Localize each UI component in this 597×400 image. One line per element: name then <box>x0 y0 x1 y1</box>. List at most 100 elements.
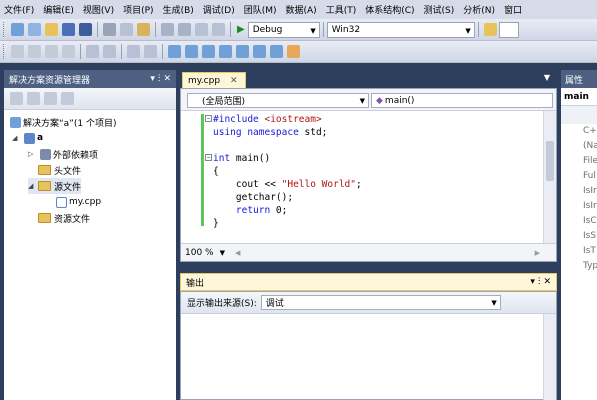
menu-debug[interactable]: 调试(D) <box>203 3 235 16</box>
property-row[interactable]: IsT <box>561 244 597 259</box>
save-icon[interactable] <box>62 23 75 36</box>
scrollbar-thumb[interactable] <box>546 141 554 181</box>
comment-icon[interactable] <box>127 45 140 58</box>
bookmark-icon[interactable] <box>168 45 181 58</box>
menu-team[interactable]: 团队(M) <box>244 3 277 16</box>
menu-analyze[interactable]: 分析(N) <box>463 3 495 16</box>
chevron-down-icon[interactable]: ▼ <box>544 73 550 82</box>
parameter-info-icon[interactable] <box>28 45 41 58</box>
property-row[interactable]: IsIr <box>561 184 597 199</box>
find-combo[interactable] <box>498 21 519 38</box>
property-row[interactable]: IsS <box>561 229 597 244</box>
toolbar-grip[interactable] <box>3 44 6 59</box>
menu-view[interactable]: 视图(V) <box>83 3 114 16</box>
tree-item-solution[interactable]: 解决方案“a”(1 个项目) <box>8 114 116 130</box>
open-file-icon[interactable] <box>45 23 58 36</box>
expand-arrow-icon[interactable]: ◢ <box>12 134 22 142</box>
chevron-down-icon[interactable]: ▼ <box>220 249 225 257</box>
scroll-left-icon[interactable]: ◀ <box>235 249 240 257</box>
toolbar-separator <box>121 44 122 59</box>
previous-bookmark-folder-icon[interactable] <box>219 45 232 58</box>
refresh-icon[interactable] <box>44 92 57 105</box>
scope-select[interactable]: (全局范围) ▼ <box>187 93 369 108</box>
menu-window[interactable]: 窗口 <box>504 3 522 16</box>
increase-indent-icon[interactable] <box>103 45 116 58</box>
panel-controls[interactable]: ▾ ⵗ ✕ <box>150 74 171 84</box>
tree-item-header-files[interactable]: 头文件 <box>38 162 81 178</box>
properties-icon[interactable] <box>10 92 23 105</box>
navigate-forward-icon[interactable] <box>212 23 225 36</box>
copy-icon[interactable] <box>120 23 133 36</box>
platform-value: Win32 <box>331 24 361 35</box>
tree-item-my-cpp[interactable]: my.cpp <box>54 194 101 210</box>
tab-my-cpp[interactable]: my.cpp ✕ <box>182 72 246 88</box>
uncomment-icon[interactable] <box>144 45 157 58</box>
toolbar-options-icon[interactable] <box>287 45 300 58</box>
code-token: std; <box>304 127 328 138</box>
find-in-files-icon[interactable] <box>483 23 497 36</box>
expand-arrow-icon[interactable]: ◢ <box>28 182 38 190</box>
menu-test[interactable]: 测试(S) <box>424 3 455 16</box>
vertical-scrollbar[interactable] <box>543 314 556 400</box>
menu-data[interactable]: 数据(A) <box>286 3 317 16</box>
panel-controls[interactable]: ▾ ⵗ ✕ <box>530 277 551 287</box>
undo-icon[interactable] <box>161 23 174 36</box>
property-row[interactable]: File <box>561 154 597 169</box>
output-source-select[interactable]: 调试 ▼ <box>260 295 501 310</box>
property-row[interactable]: C+ <box>561 124 597 139</box>
member-list-icon[interactable] <box>11 45 24 58</box>
property-row[interactable]: IsC <box>561 214 597 229</box>
collapse-icon[interactable]: − <box>205 115 212 122</box>
property-row[interactable]: (Na <box>561 139 597 154</box>
clear-bookmarks-icon[interactable] <box>270 45 283 58</box>
paste-icon[interactable] <box>137 23 150 36</box>
add-item-icon[interactable] <box>28 23 41 36</box>
next-bookmark-icon[interactable] <box>202 45 215 58</box>
menu-build[interactable]: 生成(B) <box>163 3 194 16</box>
menu-architecture[interactable]: 体系结构(C) <box>365 3 414 16</box>
properties-panel: main C+ (Na File Ful IsIr IsIr IsC IsS IsT Typ <box>561 88 597 400</box>
menu-file[interactable]: 文件(F) <box>4 3 34 16</box>
bookmark-document-icon[interactable] <box>253 45 266 58</box>
tree-item-project[interactable]: ◢ a <box>12 130 43 146</box>
previous-bookmark-icon[interactable] <box>185 45 198 58</box>
menu-project[interactable]: 项目(P) <box>123 3 153 16</box>
new-project-icon[interactable] <box>11 23 24 36</box>
tree-item-source-files[interactable]: ◢ 源文件 <box>28 178 82 194</box>
configuration-select[interactable]: Debug ▼ <box>247 21 320 38</box>
collapse-icon[interactable]: − <box>205 154 212 161</box>
code-area[interactable]: − − #include <iostream> using namespace s… <box>181 111 543 243</box>
scroll-right-icon[interactable]: ▶ <box>535 249 540 257</box>
decrease-indent-icon[interactable] <box>86 45 99 58</box>
output-window: 显示输出来源(S): 调试 ▼ <box>180 291 557 400</box>
show-all-files-icon[interactable] <box>27 92 40 105</box>
expand-arrow-icon[interactable]: ▷ <box>28 150 38 158</box>
redo-icon[interactable] <box>178 23 191 36</box>
navigate-backward-icon[interactable] <box>195 23 208 36</box>
complete-word-icon[interactable] <box>62 45 75 58</box>
property-row[interactable]: IsIr <box>561 199 597 214</box>
menu-tools[interactable]: 工具(T) <box>326 3 357 16</box>
properties-object[interactable]: main <box>561 88 597 106</box>
method-icon: ◆ <box>376 95 383 106</box>
tree-item-external-deps[interactable]: ▷ 外部依赖项 <box>28 146 98 162</box>
vertical-scrollbar[interactable] <box>543 111 556 243</box>
next-bookmark-folder-icon[interactable] <box>236 45 249 58</box>
quick-info-icon[interactable] <box>45 45 58 58</box>
cut-icon[interactable] <box>103 23 116 36</box>
property-row[interactable]: Typ <box>561 259 597 274</box>
tree-item-resource-files[interactable]: 资源文件 <box>38 210 90 226</box>
zoom-level[interactable]: 100 % <box>185 248 214 258</box>
start-debugging-icon[interactable]: ▶ <box>237 24 245 35</box>
platform-select[interactable]: Win32 ▼ <box>326 21 475 38</box>
property-row[interactable]: Ful <box>561 169 597 184</box>
ide-window: 文件(F) 编辑(E) 视图(V) 项目(P) 生成(B) 调试(D) 团队(M… <box>0 0 597 400</box>
toolbar-grip[interactable] <box>3 22 6 37</box>
class-diagram-icon[interactable] <box>61 92 74 105</box>
solution-explorer-titlebar: 解决方案资源管理器 ▾ ⵗ ✕ <box>4 70 176 88</box>
menu-edit[interactable]: 编辑(E) <box>43 3 74 16</box>
code-line: #include <iostream> <box>213 113 322 126</box>
save-all-icon[interactable] <box>79 23 92 36</box>
member-select[interactable]: ◆ main() <box>371 93 553 108</box>
close-icon[interactable]: ✕ <box>230 76 238 86</box>
